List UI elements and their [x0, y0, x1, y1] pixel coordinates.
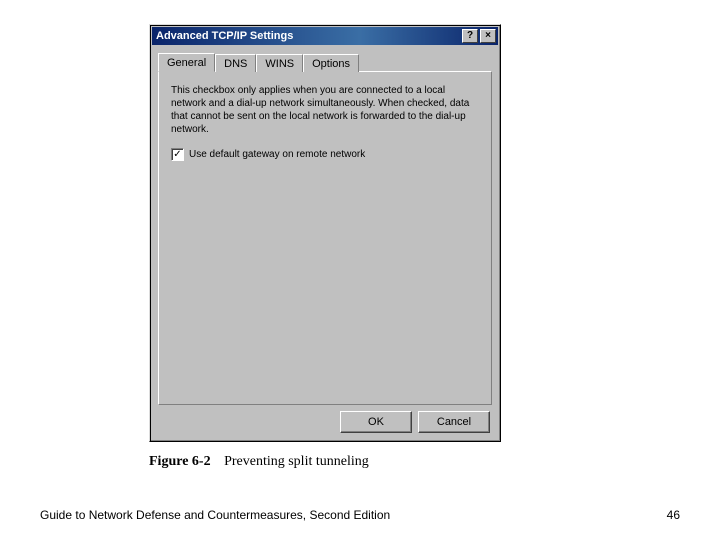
advanced-tcpip-dialog: Advanced TCP/IP Settings ? × General DNS…: [149, 24, 501, 442]
default-gateway-row: ✓ Use default gateway on remote network: [171, 148, 479, 161]
ok-button[interactable]: OK: [340, 411, 412, 433]
figure-caption: Figure 6-2 Preventing split tunneling: [149, 454, 369, 470]
tab-panel-general: This checkbox only applies when you are …: [158, 71, 492, 405]
tab-options[interactable]: Options: [303, 54, 359, 72]
help-icon[interactable]: ?: [462, 29, 478, 43]
page-number: 46: [667, 508, 680, 522]
titlebar: Advanced TCP/IP Settings ? ×: [152, 27, 498, 45]
tab-general[interactable]: General: [158, 53, 215, 72]
tab-dns[interactable]: DNS: [215, 54, 256, 72]
figure-caption-text: Preventing split tunneling: [224, 454, 369, 469]
tabstrip: General DNS WINS Options: [158, 51, 492, 71]
dialog-body: General DNS WINS Options This checkbox o…: [158, 51, 492, 405]
cancel-button[interactable]: Cancel: [418, 411, 490, 433]
description-text: This checkbox only applies when you are …: [171, 84, 479, 136]
window-title: Advanced TCP/IP Settings: [156, 30, 460, 42]
close-icon[interactable]: ×: [480, 29, 496, 43]
dialog-footer: OK Cancel: [340, 411, 490, 433]
tab-wins[interactable]: WINS: [256, 54, 303, 72]
default-gateway-label: Use default gateway on remote network: [189, 149, 365, 160]
book-title: Guide to Network Defense and Countermeas…: [40, 508, 390, 522]
default-gateway-checkbox[interactable]: ✓: [171, 148, 184, 161]
figure-number: Figure 6-2: [149, 454, 211, 469]
